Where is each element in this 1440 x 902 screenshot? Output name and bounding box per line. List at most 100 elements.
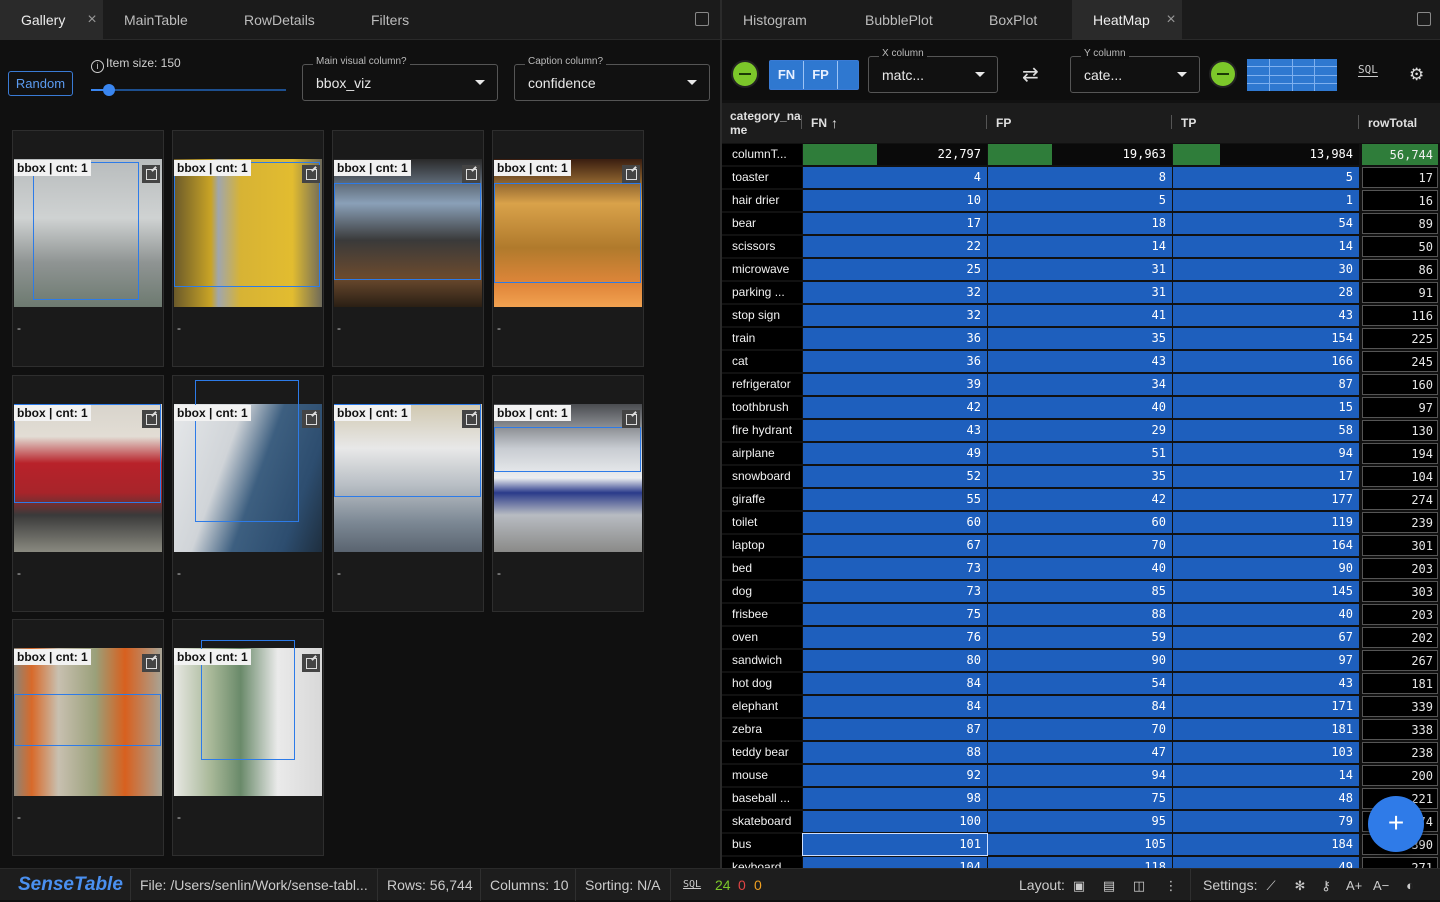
cell-tp[interactable]: 28 <box>1173 282 1359 303</box>
main-visual-select[interactable]: Main visual column? bbox_viz <box>302 56 498 101</box>
tab-filters[interactable]: Filters <box>350 0 450 40</box>
toggle-fn[interactable]: FN <box>770 61 804 89</box>
cell-fn[interactable]: 60 <box>803 512 987 533</box>
tab-boxplot[interactable]: BoxPlot <box>968 0 1068 40</box>
item-size-slider[interactable] <box>91 84 286 96</box>
header-category-name[interactable]: category_name <box>722 103 802 143</box>
cell-fn[interactable]: 75 <box>803 604 987 625</box>
layout-columns-icon[interactable]: ◫ <box>1131 869 1147 901</box>
table-row[interactable]: dog 73 85 145 303 <box>722 580 1440 603</box>
cell-tp[interactable]: 90 <box>1173 558 1359 579</box>
open-external-icon[interactable] <box>302 654 320 672</box>
cell-fn[interactable]: 87 <box>803 719 987 740</box>
layout-rows-icon[interactable]: ▤ <box>1101 869 1117 901</box>
cell-tp[interactable]: 154 <box>1173 328 1359 349</box>
font-decrease-icon[interactable]: A− <box>1373 869 1389 901</box>
x-column-select[interactable]: X column matc... <box>868 48 998 93</box>
cell-tp[interactable]: 14 <box>1173 765 1359 786</box>
cell-fp[interactable]: 60 <box>988 512 1172 533</box>
gallery-card[interactable]: bbox | cnt: 1 - <box>12 619 164 856</box>
cell-fn[interactable]: 101 <box>802 833 988 856</box>
table-row[interactable]: zebra 87 70 181 338 <box>722 718 1440 741</box>
sql-status-icon[interactable]: SQL <box>683 869 701 901</box>
cell-fn[interactable]: 76 <box>803 627 987 648</box>
cell-tp[interactable]: 43 <box>1173 305 1359 326</box>
table-row[interactable]: frisbee 75 88 40 203 <box>722 603 1440 626</box>
cell-tp[interactable]: 184 <box>1173 834 1359 855</box>
cell-fp[interactable]: 35 <box>988 328 1172 349</box>
layout-single-icon[interactable]: ▣ <box>1071 869 1087 901</box>
table-row[interactable]: stop sign 32 41 43 116 <box>722 304 1440 327</box>
table-row[interactable]: toilet 60 60 119 239 <box>722 511 1440 534</box>
cell-tp[interactable]: 177 <box>1173 489 1359 510</box>
cell-fp[interactable]: 14 <box>988 236 1172 257</box>
cell-tp[interactable]: 103 <box>1173 742 1359 763</box>
cell-fp[interactable]: 94 <box>988 765 1172 786</box>
table-row[interactable]: baseball ... 98 75 48 221 <box>722 787 1440 810</box>
header-tp[interactable]: TP <box>1173 103 1359 143</box>
cell-tp[interactable]: 79 <box>1173 811 1359 832</box>
cell-fn[interactable]: 92 <box>803 765 987 786</box>
cell-tp[interactable]: 54 <box>1173 213 1359 234</box>
table-row[interactable]: bed 73 40 90 203 <box>722 557 1440 580</box>
cell-fn[interactable]: 98 <box>803 788 987 809</box>
open-external-icon[interactable] <box>142 654 160 672</box>
header-fn[interactable]: FN ↑ <box>803 103 987 143</box>
cell-fp[interactable]: 40 <box>988 397 1172 418</box>
cell-fn[interactable]: 88 <box>803 742 987 763</box>
table-row[interactable]: refrigerator 39 34 87 160 <box>722 373 1440 396</box>
table-row[interactable]: scissors 22 14 14 50 <box>722 235 1440 258</box>
cell-tp[interactable]: 94 <box>1173 443 1359 464</box>
cell-fp[interactable]: 70 <box>988 719 1172 740</box>
table-row[interactable]: fire hydrant 43 29 58 130 <box>722 419 1440 442</box>
cell-fn[interactable]: 84 <box>803 696 987 717</box>
cell-fn[interactable]: 104 <box>803 857 987 868</box>
slider-thumb[interactable] <box>103 84 115 96</box>
open-external-icon[interactable] <box>302 165 320 183</box>
random-button[interactable]: Random <box>8 71 73 96</box>
cell-fp[interactable]: 70 <box>988 535 1172 556</box>
cell-fp[interactable]: 40 <box>988 558 1172 579</box>
table-row[interactable]: toaster 4 8 5 17 <box>722 166 1440 189</box>
cell-fp[interactable]: 5 <box>988 190 1172 211</box>
cell-fp[interactable]: 43 <box>988 351 1172 372</box>
cell-fp[interactable]: 88 <box>988 604 1172 625</box>
cell-fn[interactable]: 32 <box>803 305 987 326</box>
table-row[interactable]: oven 76 59 67 202 <box>722 626 1440 649</box>
gallery-card[interactable]: bbox | cnt: 1 - <box>332 375 484 612</box>
cell-tp[interactable]: 43 <box>1173 673 1359 694</box>
cell-fp[interactable]: 95 <box>988 811 1172 832</box>
cell-fp[interactable]: 42 <box>988 489 1172 510</box>
table-row[interactable]: cat 36 43 166 245 <box>722 350 1440 373</box>
table-row[interactable]: microwave 25 31 30 86 <box>722 258 1440 281</box>
cell-tp[interactable]: 14 <box>1173 236 1359 257</box>
table-row[interactable]: laptop 67 70 164 301 <box>722 534 1440 557</box>
cell-fn[interactable]: 36 <box>803 328 987 349</box>
y-column-select[interactable]: Y column cate... <box>1070 48 1200 93</box>
cell-fp[interactable]: 90 <box>988 650 1172 671</box>
table-row[interactable]: bear 17 18 54 89 <box>722 212 1440 235</box>
cell-tp[interactable]: 87 <box>1173 374 1359 395</box>
table-row[interactable]: airplane 49 51 94 194 <box>722 442 1440 465</box>
cell-tp[interactable]: 171 <box>1173 696 1359 717</box>
tab-rowdetails[interactable]: RowDetails <box>223 0 343 40</box>
x-values-toggle[interactable]: FN FP <box>769 60 859 90</box>
table-row[interactable]: snowboard 52 35 17 104 <box>722 465 1440 488</box>
cell-fn[interactable]: 73 <box>803 581 987 602</box>
maximize-icon[interactable] <box>1417 12 1431 26</box>
gear-icon[interactable]: ⚙ <box>1409 65 1424 85</box>
cell-fp[interactable]: 118 <box>988 857 1172 868</box>
cell-fn[interactable]: 84 <box>803 673 987 694</box>
cell-fp[interactable]: 8 <box>988 167 1172 188</box>
tab-gallery[interactable]: Gallery × <box>0 0 103 40</box>
heatmap-grid-icon[interactable] <box>1247 59 1337 91</box>
close-icon[interactable]: × <box>1160 0 1182 40</box>
cell-fn[interactable]: 22,797 <box>803 144 987 165</box>
table-row[interactable]: toothbrush 42 40 15 97 <box>722 396 1440 419</box>
cell-tp[interactable]: 49 <box>1173 857 1359 868</box>
gallery-card[interactable]: bbox | cnt: 1 - <box>12 375 164 612</box>
cell-fp[interactable]: 41 <box>988 305 1172 326</box>
gallery-card[interactable]: bbox | cnt: 1 - <box>332 130 484 367</box>
cell-fn[interactable]: 100 <box>803 811 987 832</box>
cell-tp[interactable]: 17 <box>1173 466 1359 487</box>
